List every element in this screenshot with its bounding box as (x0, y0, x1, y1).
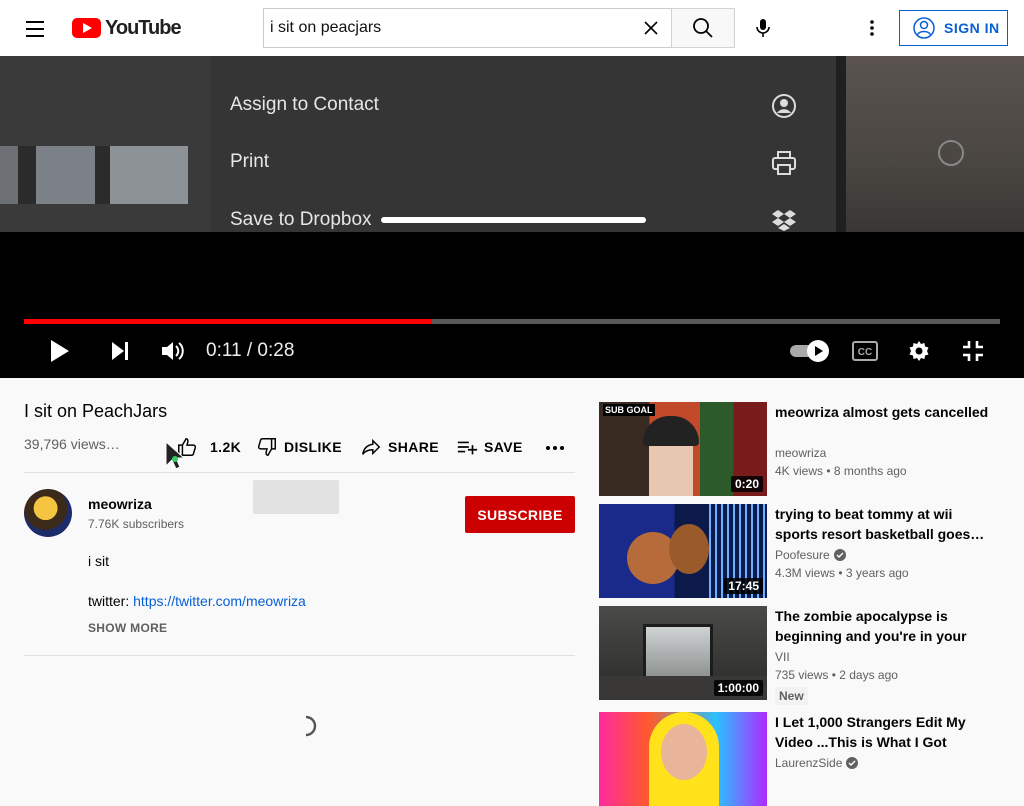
gear-icon (909, 341, 929, 361)
loading-spinner-icon (305, 715, 317, 737)
verified-icon (846, 757, 859, 769)
view-count[interactable]: 39,796 views… (24, 436, 120, 452)
related-video-meta: 4.3M views • 3 years ago (775, 566, 909, 580)
circle-icon (938, 140, 964, 166)
video-duration: 17:45 (724, 578, 763, 594)
search-input[interactable]: i sit on peacjars (263, 8, 672, 48)
sign-in-button[interactable]: SIGN IN (899, 10, 1008, 46)
account-icon (913, 17, 935, 39)
captions-button[interactable]: CC (851, 336, 879, 366)
related-video-meta: 4K views • 8 months ago (775, 464, 907, 478)
settings-more-icon[interactable] (860, 16, 884, 40)
video-frame: Assign to Contact Print Save to Dropbox (0, 56, 1024, 232)
autoplay-toggle[interactable] (788, 336, 832, 366)
video-thumbnail[interactable]: 17:45 (599, 504, 767, 598)
autoplay-toggle-icon (790, 340, 829, 362)
new-badge: New (775, 687, 808, 705)
channel-name[interactable]: meowriza (88, 496, 152, 512)
exit-fullscreen-icon (963, 341, 983, 361)
related-channel-name[interactable]: VII (775, 650, 790, 664)
contact-icon (772, 94, 796, 118)
verified-icon (833, 549, 846, 561)
video-duration: 1:00:00 (713, 680, 763, 696)
related-video-title[interactable]: meowriza almost gets cancelled (775, 402, 989, 422)
menu-icon[interactable] (24, 18, 48, 38)
video-thumbnail[interactable]: SUB GOAL 0:20 (599, 402, 767, 496)
related-video-title[interactable]: I Let 1,000 Strangers Edit My Video ...T… (775, 712, 989, 752)
dislike-tooltip: I dislike this (253, 480, 339, 514)
playlist-add-icon (457, 441, 478, 455)
save-button[interactable]: SAVE (456, 436, 523, 458)
video-duration: 0:20 (730, 476, 763, 492)
mute-button[interactable] (158, 336, 188, 366)
sign-in-label: SIGN IN (944, 20, 1000, 36)
related-video[interactable]: 17:45 trying to beat tommy at wii sports… (599, 504, 999, 598)
related-video-meta: 735 views • 2 days ago (775, 668, 898, 682)
dislike-label: DISLIKE (284, 439, 343, 455)
video-player[interactable]: Assign to Contact Print Save to Dropbox … (0, 56, 1024, 378)
share-icon (362, 438, 381, 456)
related-channel[interactable]: Poofesure (775, 548, 846, 562)
progress-bar[interactable] (24, 319, 1000, 324)
video-share-menu: Assign to Contact Print Save to Dropbox (210, 56, 836, 232)
menu-item-assign-contact: Assign to Contact (230, 94, 379, 115)
related-channel-name[interactable]: Poofesure (775, 548, 830, 562)
svg-text:CC: CC (858, 347, 872, 358)
share-label: SHARE (388, 439, 440, 455)
description-prefix: twitter: (88, 593, 134, 609)
mouse-cursor-icon (165, 440, 186, 470)
menu-item-print: Print (230, 151, 270, 172)
next-button[interactable] (106, 336, 134, 366)
youtube-logo-icon (72, 18, 101, 38)
description-line: twitter: https://twitter.com/meowriza (88, 593, 306, 609)
channel-avatar[interactable] (24, 489, 72, 537)
thumbnail-overlay-text: SUB GOAL (603, 404, 655, 416)
description-line: i sit (88, 553, 109, 569)
divider (24, 655, 575, 656)
settings-button[interactable] (905, 336, 933, 366)
related-video[interactable]: I Let 1,000 Strangers Edit My Video ...T… (599, 712, 999, 806)
youtube-logo-text: YouTube (105, 16, 182, 39)
save-label: SAVE (484, 439, 523, 455)
next-icon (112, 342, 128, 360)
related-video[interactable]: SUB GOAL 0:20 meowriza almost gets cance… (599, 402, 999, 496)
video-thumbnail[interactable]: 1:00:00 (599, 606, 767, 700)
video-title: I sit on PeachJars (24, 401, 168, 421)
related-video-title[interactable]: trying to beat tommy at wii sports resor… (775, 504, 989, 544)
play-icon (51, 340, 69, 362)
time-display: 0:11 / 0:28 (206, 340, 295, 361)
microphone-icon[interactable] (751, 16, 775, 40)
show-more-button[interactable]: SHOW MORE (88, 621, 167, 635)
related-channel[interactable]: meowriza (775, 446, 826, 460)
related-channel-name[interactable]: meowriza (775, 446, 826, 460)
share-button[interactable]: SHARE (360, 436, 439, 458)
search-query[interactable]: i sit on peacjars (270, 19, 381, 37)
related-video[interactable]: 1:00:00 The zombie apocalypse is beginni… (599, 606, 999, 705)
captions-icon: CC (852, 341, 878, 361)
subscriber-count: 7.76K subscribers (88, 517, 185, 531)
divider (24, 472, 575, 473)
video-thumbnail[interactable] (599, 712, 767, 806)
clear-search-icon[interactable] (641, 18, 661, 38)
printer-icon (772, 151, 796, 175)
like-count: 1.2K (210, 439, 242, 455)
dislike-button[interactable]: DISLIKE (256, 436, 342, 458)
menu-item-save-dropbox: Save to Dropbox (230, 209, 372, 230)
play-button[interactable] (44, 336, 74, 366)
progress-played (24, 319, 432, 324)
youtube-logo[interactable]: YouTube (72, 16, 182, 39)
scroll-indicator (381, 217, 646, 223)
related-video-title[interactable]: The zombie apocalypse is beginning and y… (775, 606, 989, 646)
twitter-link[interactable]: https://twitter.com/meowriza (133, 593, 306, 609)
exit-fullscreen-button[interactable] (960, 336, 986, 366)
volume-icon (162, 342, 184, 360)
masthead: YouTube i sit on peacjars SIGN IN (0, 0, 1024, 56)
thumbs-down-icon (257, 438, 276, 456)
search-icon (693, 18, 713, 38)
subscribe-button[interactable]: SUBSCRIBE (465, 496, 575, 533)
related-channel[interactable]: VII (775, 650, 790, 664)
more-actions-icon[interactable] (543, 438, 567, 458)
search-button[interactable] (671, 8, 735, 48)
dropbox-icon (772, 210, 796, 231)
